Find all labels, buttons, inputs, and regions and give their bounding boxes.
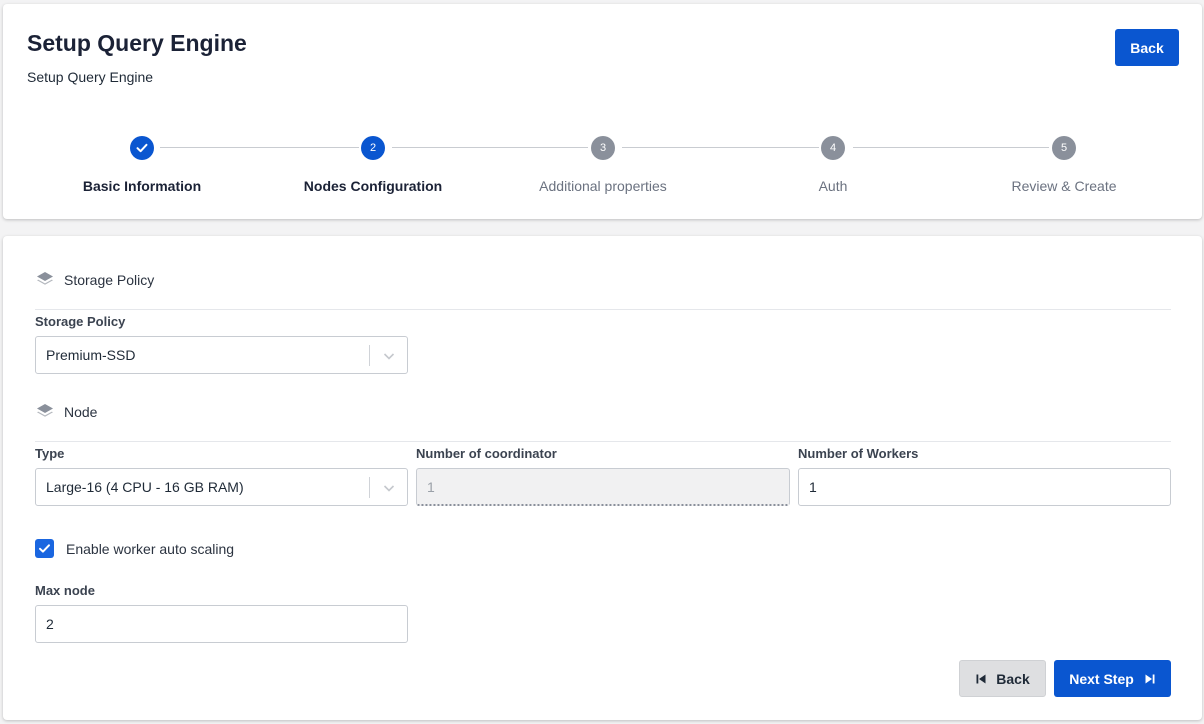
step-5-dot[interactable]: 5 — [1052, 136, 1076, 160]
skip-previous-icon — [976, 674, 986, 683]
storage-policy-label: Storage Policy — [35, 314, 126, 329]
node-type-value: Large-16 (4 CPU - 16 GB RAM) — [46, 479, 244, 495]
divider — [35, 309, 1171, 310]
auto-scaling-label[interactable]: Enable worker auto scaling — [66, 541, 234, 557]
storage-policy-select[interactable]: Premium-SSD — [35, 336, 408, 374]
skip-next-icon — [1145, 674, 1155, 683]
storage-section-header: Storage Policy — [35, 270, 154, 290]
footer-back-button[interactable]: Back — [959, 660, 1046, 697]
step-connector — [160, 147, 359, 148]
node-section-header: Node — [35, 402, 97, 422]
step-3-dot[interactable]: 3 — [591, 136, 615, 160]
step-connector — [392, 147, 588, 148]
coordinator-input: 1 — [416, 468, 790, 506]
divider — [35, 441, 1171, 442]
max-node-value: 2 — [46, 616, 54, 632]
storage-section-title: Storage Policy — [64, 272, 155, 288]
header-card: Setup Query Engine Setup Query Engine Ba… — [3, 4, 1202, 219]
node-type-select[interactable]: Large-16 (4 CPU - 16 GB RAM) — [35, 468, 408, 506]
chevron-down-icon[interactable] — [382, 349, 396, 363]
step-1-check-icon[interactable] — [130, 136, 154, 160]
step-2-dot[interactable]: 2 — [361, 136, 385, 160]
workers-label: Number of Workers — [798, 446, 919, 461]
step-4-dot[interactable]: 4 — [821, 136, 845, 160]
next-step-button[interactable]: Next Step — [1054, 660, 1171, 697]
workers-value: 1 — [809, 479, 817, 495]
step-1-label[interactable]: Basic Information — [42, 178, 242, 194]
check-icon — [39, 544, 50, 553]
auto-scaling-checkbox[interactable] — [35, 539, 54, 558]
node-section-title: Node — [64, 404, 98, 420]
next-step-label: Next Step — [1069, 670, 1134, 687]
form-card: Storage Policy Storage Policy Premium-SS… — [3, 236, 1202, 720]
storage-policy-value: Premium-SSD — [46, 347, 136, 363]
step-5-label[interactable]: Review & Create — [964, 178, 1164, 194]
chevron-down-icon[interactable] — [382, 481, 396, 495]
coordinator-value: 1 — [427, 478, 435, 495]
step-2-label[interactable]: Nodes Configuration — [273, 178, 473, 194]
step-3-label[interactable]: Additional properties — [503, 178, 703, 194]
step-4-label[interactable]: Auth — [733, 178, 933, 194]
select-separator — [369, 345, 370, 366]
node-type-label: Type — [35, 446, 65, 461]
layers-icon — [37, 272, 53, 285]
step-connector — [622, 147, 819, 148]
footer-back-label: Back — [996, 670, 1030, 687]
max-node-label: Max node — [35, 583, 95, 598]
stepper: 2 3 4 5 Basic Information Nodes Configur… — [3, 4, 1202, 219]
coordinator-label: Number of coordinator — [416, 446, 557, 461]
step-connector — [853, 147, 1049, 148]
max-node-input[interactable]: 2 — [35, 605, 408, 643]
layers-icon — [37, 404, 53, 417]
workers-input[interactable]: 1 — [798, 468, 1171, 506]
select-separator — [369, 477, 370, 498]
